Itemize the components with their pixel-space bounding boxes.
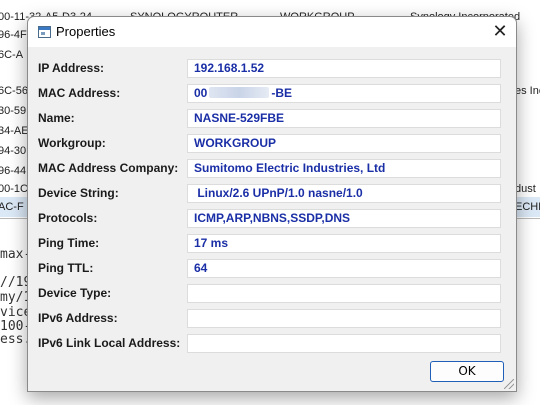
mac-address-suffix: -BE — [271, 86, 293, 100]
property-label: IP Address: — [38, 61, 105, 75]
table-cell-mac: 30-59 — [0, 105, 27, 117]
window-app-icon — [38, 26, 51, 38]
properties-dialog: Properties ✕ IP Address: 192.168.1.52 MA… — [27, 16, 517, 392]
table-cell-mac: 6C-56 — [0, 85, 28, 97]
table-cell-mac: 96-4F — [0, 29, 27, 41]
table-cell-mac: 00-1C — [0, 183, 28, 195]
close-button[interactable]: ✕ — [484, 17, 516, 47]
mac-address-field[interactable]: 00 -BE — [187, 84, 501, 103]
table-cell-mac: 94-30 — [0, 145, 27, 157]
property-row-ip-address: IP Address: 192.168.1.52 — [28, 59, 516, 79]
property-row-ipv6-address: IPv6 Address: — [28, 309, 516, 329]
property-label: Device Type: — [38, 286, 112, 300]
property-row-mac-company: MAC Address Company: Sumitomo Electric I… — [28, 159, 516, 179]
ok-button[interactable]: OK — [430, 361, 504, 382]
dialog-titlebar[interactable]: Properties ✕ — [28, 17, 516, 47]
ping-time-field[interactable]: 17 ms — [187, 234, 501, 253]
property-label: MAC Address: — [38, 86, 121, 100]
property-label: IPv6 Address: — [38, 311, 118, 325]
table-cell-mac: 96-44 — [0, 165, 27, 177]
property-row-device-type: Device Type: — [28, 284, 516, 304]
device-type-field[interactable] — [187, 284, 501, 303]
property-label: MAC Address Company: — [38, 161, 179, 175]
property-label: Device String: — [38, 186, 119, 200]
table-cell-mac: 34-AE — [0, 125, 29, 137]
dialog-title: Properties — [56, 24, 116, 39]
property-row-ipv6-link-local: IPv6 Link Local Address: — [28, 334, 516, 354]
table-cell-mac: AC-F — [0, 201, 24, 213]
property-label: IPv6 Link Local Address: — [38, 336, 181, 350]
property-row-device-string: Device String: Linux/2.6 UPnP/1.0 nasne/… — [28, 184, 516, 204]
ipv6-link-local-field[interactable] — [187, 334, 501, 353]
resize-grip-icon[interactable] — [504, 379, 514, 389]
table-cell-mac: 6C-A — [0, 49, 24, 61]
property-label: Ping TTL: — [38, 261, 94, 275]
property-row-ping-time: Ping Time: 17 ms — [28, 234, 516, 254]
workgroup-field[interactable]: WORKGROUP — [187, 134, 501, 153]
table-cell-company: ECHN — [515, 201, 540, 213]
ip-address-field[interactable]: 192.168.1.52 — [187, 59, 501, 78]
property-row-mac-address: MAC Address: 00 -BE — [28, 84, 516, 104]
mac-company-field[interactable]: Sumitomo Electric Industries, Ltd — [187, 159, 501, 178]
property-row-ping-ttl: Ping TTL: 64 — [28, 259, 516, 279]
table-cell-company: es Inc — [515, 85, 540, 97]
device-string-field[interactable]: Linux/2.6 UPnP/1.0 nasne/1.0 — [187, 184, 501, 203]
property-label: Protocols: — [38, 211, 98, 225]
ipv6-address-field[interactable] — [187, 309, 501, 328]
protocols-field[interactable]: ICMP,ARP,NBNS,SSDP,DNS — [187, 209, 501, 228]
property-label: Workgroup: — [38, 136, 106, 150]
mac-address-prefix: 00 — [194, 86, 208, 100]
property-row-name: Name: NASNE-529FBE — [28, 109, 516, 129]
table-cell-company: dust — [515, 183, 536, 195]
property-row-workgroup: Workgroup: WORKGROUP — [28, 134, 516, 154]
property-label: Ping Time: — [38, 236, 100, 250]
redacted-mac-segment — [209, 87, 270, 98]
property-row-protocols: Protocols: ICMP,ARP,NBNS,SSDP,DNS — [28, 209, 516, 229]
ping-ttl-field[interactable]: 64 — [187, 259, 501, 278]
property-label: Name: — [38, 111, 75, 125]
name-field[interactable]: NASNE-529FBE — [187, 109, 501, 128]
